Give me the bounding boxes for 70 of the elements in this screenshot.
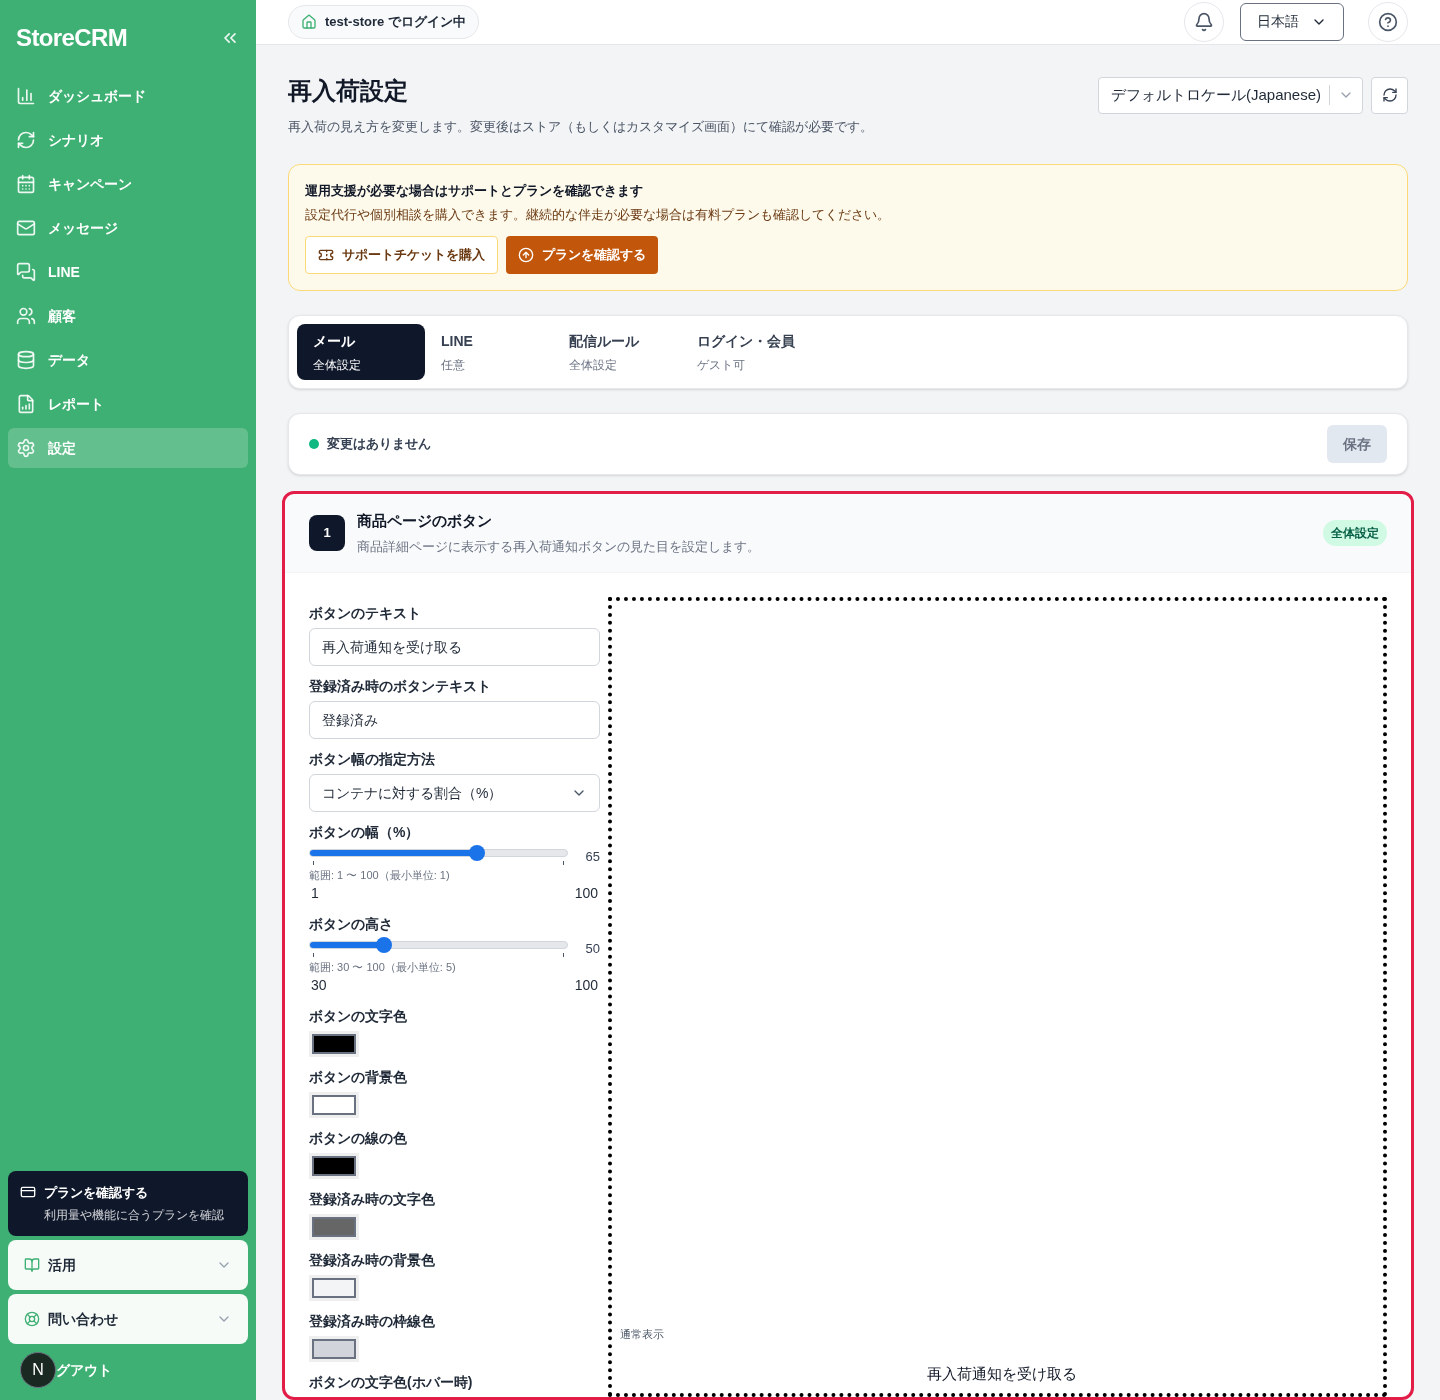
field-label: 登録済み時の背景色 xyxy=(309,1251,436,1270)
field-label: ボタンの文字色 xyxy=(309,1007,408,1026)
max-value: 100 xyxy=(574,884,598,903)
locale-select[interactable]: デフォルトロケール(Japanese) xyxy=(1097,76,1363,114)
step-number: 1 xyxy=(309,515,345,551)
book-icon xyxy=(24,1257,40,1273)
users-icon xyxy=(16,306,36,326)
bar-chart-icon xyxy=(16,86,36,106)
plan-button[interactable]: プランを確認する xyxy=(506,236,658,274)
calendar-icon xyxy=(16,174,36,194)
lifebuoy-icon xyxy=(24,1311,40,1327)
language-select[interactable]: 日本語 xyxy=(1240,2,1344,41)
field-label: ボタンの線の色 xyxy=(309,1129,408,1148)
notice-body: 設定代行や個別相談を購入できます。継続的な伴走が必要な場合は有料プランも確認してください。 xyxy=(305,205,891,224)
tab[interactable]: メール 全体設定 xyxy=(297,324,425,380)
preview-button[interactable]: 再入荷通知を受け取る xyxy=(926,1362,1077,1385)
ticket-button[interactable]: サポートチケットを購入 xyxy=(305,236,498,274)
field-label: 登録済み時の文字色 xyxy=(309,1190,436,1209)
field-label: ボタン幅の指定方法 xyxy=(309,750,436,769)
plan-title: プランを確認する xyxy=(44,1183,148,1202)
slider-thumb[interactable] xyxy=(469,844,486,861)
home-icon xyxy=(301,13,317,30)
slider-value: 65 xyxy=(584,848,600,866)
tab[interactable]: ログイン・会員 ゲスト可 xyxy=(681,324,809,380)
accordion-header[interactable]: 活用 xyxy=(8,1240,248,1290)
ticket-icon xyxy=(318,247,334,263)
tab[interactable]: LINE 任意 xyxy=(425,324,553,380)
mail-icon xyxy=(16,218,36,238)
page-description: 再入荷の見え方を変更します。変更後はストア（もしくはカスタマイズ画面）にて確認が必要です。 xyxy=(288,117,873,136)
scope-badge: 全体設定 xyxy=(1323,520,1387,546)
field-label: ボタンの文字色(ホバー時) xyxy=(309,1373,474,1392)
plan-card[interactable]: プランを確認する 利用量や機能に合うプランを確認 xyxy=(8,1170,248,1236)
accordion-header[interactable]: 問い合わせ xyxy=(8,1294,248,1344)
refresh-icon xyxy=(1381,87,1398,103)
min-value: 30 xyxy=(311,976,327,995)
status-text: 変更はありません xyxy=(327,435,431,454)
help-icon xyxy=(1378,11,1398,32)
section-title: 商品ページのボタン xyxy=(357,511,493,531)
avatar[interactable]: N xyxy=(20,1352,56,1388)
field-label: ボタンの高さ xyxy=(309,915,394,934)
tab[interactable]: 配信ルール 全体設定 xyxy=(553,324,681,380)
field-label: 登録済み時のボタンテキスト xyxy=(309,677,492,696)
range-hint: 範囲: 1 〜 100（最小単位: 1) xyxy=(309,867,451,883)
plan-subtitle: 利用量や機能に合うプランを確認 xyxy=(43,1207,225,1224)
refresh-icon xyxy=(16,130,36,150)
bell-icon xyxy=(1194,11,1214,32)
preview-label: 通常表示 xyxy=(620,1327,665,1342)
field-label: ボタンの幅（%） xyxy=(309,823,421,842)
app-logo: StoreCRM xyxy=(16,23,128,53)
select-field[interactable]: コンテナに対する割合（%） xyxy=(309,774,600,812)
text-input[interactable]: 登録済み xyxy=(309,701,600,739)
notice-title: 運用支援が必要な場合はサポートとプランを確認できます xyxy=(305,182,644,200)
store-badge: test-store でログイン中 xyxy=(288,4,479,39)
range-hint: 範囲: 30 〜 100（最小単位: 5) xyxy=(309,959,457,975)
database-icon xyxy=(16,350,36,370)
text-input[interactable]: 再入荷通知を受け取る xyxy=(309,628,600,666)
min-value: 1 xyxy=(311,884,319,903)
refresh-button[interactable] xyxy=(1371,76,1408,114)
field-label: 登録済み時の枠線色 xyxy=(309,1312,436,1331)
max-value: 100 xyxy=(574,976,598,995)
field-label: ボタンのテキスト xyxy=(309,604,422,623)
slider-value: 50 xyxy=(584,940,600,958)
field-label: ボタンの背景色 xyxy=(309,1068,408,1087)
chat-icon xyxy=(16,262,36,282)
page-title: 再入荷設定 xyxy=(288,75,409,106)
upgrade-icon xyxy=(518,247,534,263)
report-icon xyxy=(16,394,36,414)
settings-icon xyxy=(16,438,36,458)
section-description: 商品詳細ページに表示する再入荷通知ボタンの見た目を設定します。 xyxy=(357,537,760,556)
slider-thumb[interactable] xyxy=(375,936,392,953)
